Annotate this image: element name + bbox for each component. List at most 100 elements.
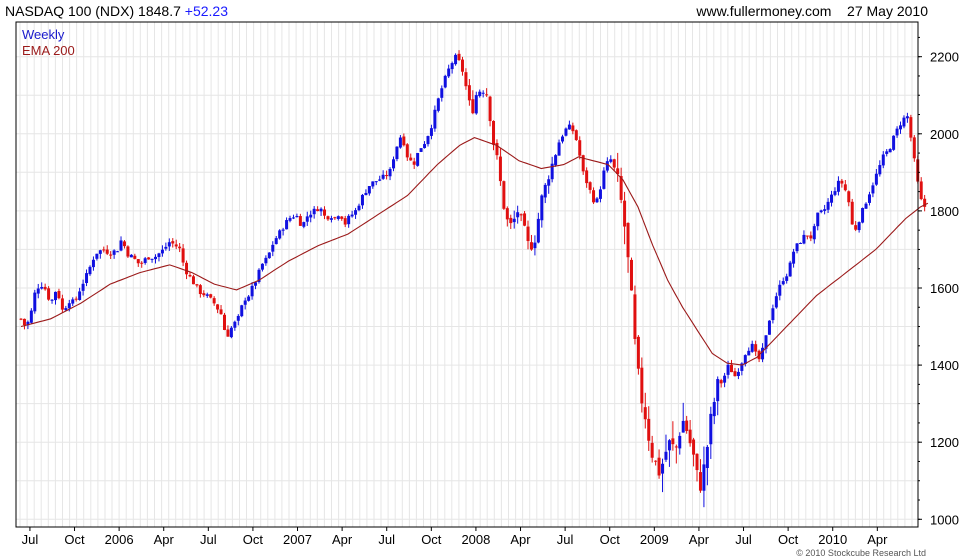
candle-up [98,250,102,254]
candle-up [781,281,785,285]
candle-up [440,88,444,98]
candle-down [219,309,223,315]
candle-up [395,146,399,160]
candle-down [847,191,851,203]
candle-down [733,371,737,377]
candle-down [485,94,489,96]
candle-up [885,151,889,154]
candle-up [823,209,827,211]
candle-up [788,262,792,277]
candle-up [85,273,89,284]
candle-down [191,276,195,285]
candle-up [547,179,551,186]
candle-down [60,298,64,310]
candle-up [557,142,561,156]
candle-up [154,256,158,260]
candle-down [685,420,689,431]
candle-down [171,241,175,244]
candle-down [640,367,644,404]
candle-up [709,413,713,445]
candle-down [102,249,106,251]
candle-up [667,440,671,451]
candle-up [826,201,830,210]
candle-up [167,242,171,247]
candle-down [43,286,47,290]
candle-down [185,262,189,275]
candle-up [443,75,447,88]
candle-down [843,184,847,191]
candle-up [450,63,454,70]
candle-down [730,364,734,373]
candle-down [74,298,78,300]
x-tick-label: Jul [735,532,752,547]
candle-down [688,429,692,444]
candle-down [854,225,858,230]
candle-up [360,194,364,206]
candle-up [595,198,599,203]
candle-up [281,229,285,231]
y-axis-ticks: 1000 1200 1400 1600 1800 2000 2200 [918,36,959,527]
candle-down [657,457,661,476]
candle-up [433,109,437,129]
candle-up [81,283,85,291]
candle-down [571,125,575,132]
candle-up [816,212,820,227]
candle-down [471,99,475,114]
candle-down [216,304,220,310]
y-tick-label: 1400 [930,358,959,373]
x-tick-label: Apr [867,532,888,547]
chart-grid [16,22,918,527]
candle-up [236,315,240,321]
candle-down [140,262,144,264]
candle-up [478,91,482,97]
candle-up [705,446,709,469]
candle-down [692,439,696,455]
candle-up [129,254,133,258]
candle-up [874,173,878,185]
candle-up [243,300,247,305]
candle-up [554,155,558,166]
candle-up [350,214,354,217]
candle-up [702,464,706,491]
x-tick-label: 2006 [105,532,134,547]
candle-up [747,350,751,356]
candle-down [805,235,809,237]
candle-up [160,249,164,254]
candle-down [695,453,699,471]
candle-up [857,222,861,231]
candle-up [888,149,892,153]
candle-down [909,117,913,138]
candle-up [540,195,544,221]
candle-down [488,96,492,122]
candle-up [288,218,292,221]
candle-up [367,186,371,194]
candle-up [864,203,868,209]
candle-down [109,254,113,256]
candle-up [398,137,402,148]
candle-up [723,375,727,383]
candle-down [633,294,637,339]
candle-up [726,364,730,375]
candle-up [750,343,754,352]
candle-up [419,148,423,152]
candle-up [312,208,316,215]
candle-up [881,154,885,166]
candle-down [850,201,854,225]
candle-down [674,446,678,448]
candle-up [374,181,378,183]
x-tick-label: Oct [421,532,442,547]
candle-down [578,140,582,156]
candle-up [567,124,571,130]
candle-down [178,246,182,249]
candle-down [509,217,513,224]
candle-down [333,217,337,219]
candle-up [329,218,333,220]
candle-down [643,407,647,420]
candle-down [457,53,461,61]
candle-up [830,194,834,203]
candle-up [871,185,875,194]
candle-down [519,214,523,216]
candle-up [95,253,99,259]
candle-up [271,244,275,252]
candle-up [536,218,540,243]
